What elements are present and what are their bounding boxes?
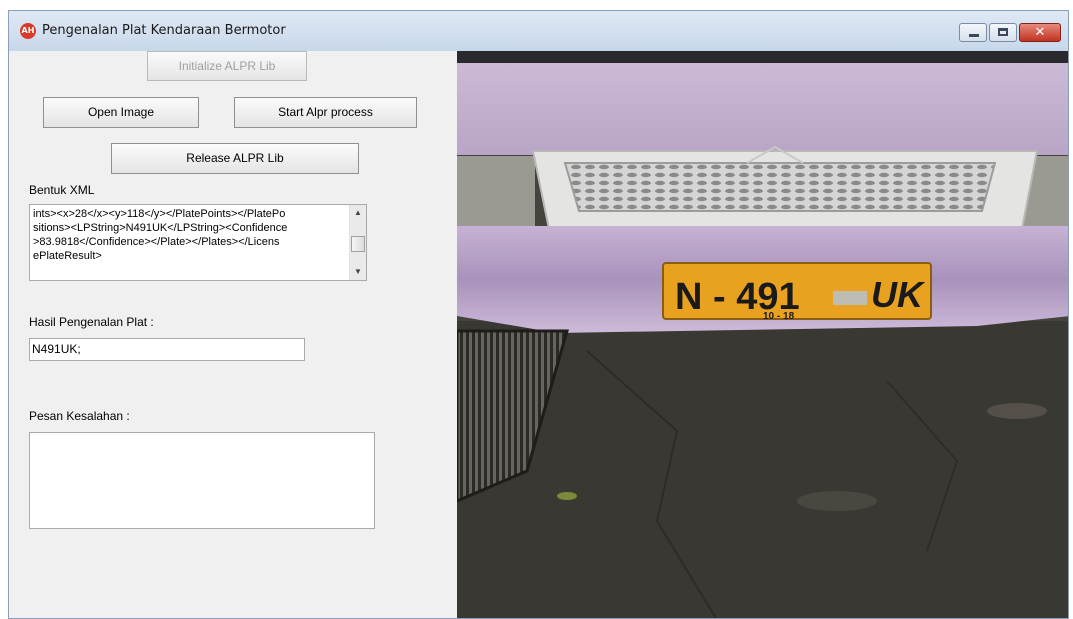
xml-line: >83.9818</Confidence></Plate></Plates></… [33,236,280,248]
title-bar[interactable]: AH Pengenalan Plat Kendaraan Bermotor ✕ [9,11,1068,51]
app-logo-icon: AH [20,23,36,39]
scroll-up-icon[interactable]: ▲ [350,205,366,221]
maximize-button[interactable] [989,23,1017,42]
vehicle-photo: N - 491 UK 10 - 18 [457,51,1068,618]
xml-line: ints><x>28</x><y>118</y></PlatePoints></… [33,208,286,220]
plate-result-field[interactable]: N491UK; [29,338,305,361]
scroll-thumb[interactable] [351,236,365,252]
xml-scrollbar[interactable]: ▲ ▼ [349,205,366,280]
xml-line: ePlateResult> [33,250,102,262]
start-alpr-process-button[interactable]: Start Alpr process [234,97,417,128]
initialize-alpr-button[interactable]: Initialize ALPR Lib [147,51,307,81]
maximize-icon [998,28,1008,36]
plate-suffix-text: UK [871,274,926,315]
release-alpr-button[interactable]: Release ALPR Lib [111,143,359,174]
scroll-down-icon[interactable]: ▼ [350,264,366,280]
app-window: AH Pengenalan Plat Kendaraan Bermotor ✕ … [8,10,1069,619]
error-message-textarea[interactable] [29,432,375,529]
xml-label: Bentuk XML [29,183,95,197]
minimize-icon [969,34,979,37]
open-image-button[interactable]: Open Image [43,97,199,128]
error-label: Pesan Kesalahan : [29,409,130,423]
plate-expiry-text: 10 - 18 [763,311,795,322]
result-label: Hasil Pengenalan Plat : [29,315,154,329]
minimize-button[interactable] [959,23,987,42]
close-button[interactable]: ✕ [1019,23,1061,42]
xml-line: sitions><LPString>N491UK</LPString><Conf… [33,222,288,234]
window-title: Pengenalan Plat Kendaraan Bermotor [42,23,286,38]
xml-output-textarea[interactable]: ints><x>28</x><y>118</y></PlatePoints></… [29,204,367,281]
license-plate: N - 491 UK 10 - 18 [662,262,932,322]
close-icon: ✕ [1034,25,1046,40]
